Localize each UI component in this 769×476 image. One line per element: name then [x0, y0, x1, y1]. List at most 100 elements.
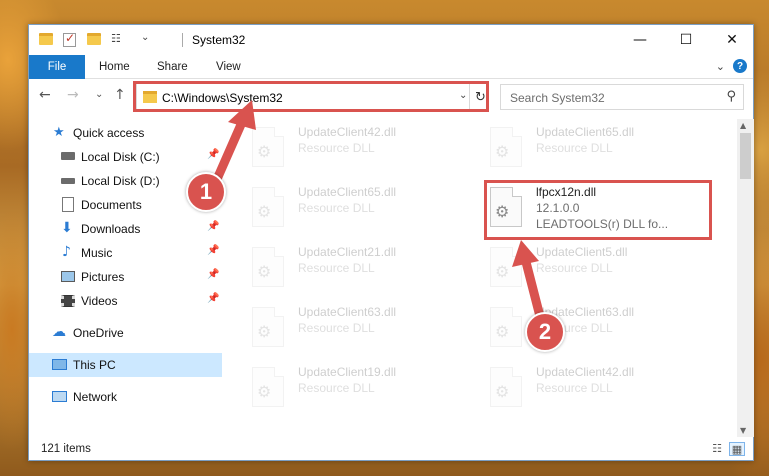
- file-item[interactable]: ⚙ UpdateClient21.dll Resource DLL: [252, 239, 472, 295]
- back-button[interactable]: ←: [39, 87, 51, 103]
- view-toggle-icon[interactable]: ☷: [111, 32, 125, 46]
- file-list: ⚙ UpdateClient42.dll Resource DLL ⚙ Upda…: [234, 119, 739, 439]
- file-name: UpdateClient65.dll: [298, 185, 397, 199]
- file-item[interactable]: ⚙ UpdateClient5.dll Resource DLL: [490, 239, 710, 295]
- file-description: Resource DLL: [298, 381, 375, 395]
- sidebar-item-music[interactable]: ♪ Music 📌: [29, 241, 222, 265]
- sidebar-item-label: Local Disk (D:): [81, 174, 160, 188]
- properties-icon[interactable]: [63, 31, 77, 47]
- status-bar: 121 items ☷ ▦: [29, 437, 753, 461]
- file-name: UpdateClient19.dll: [298, 365, 397, 379]
- file-item[interactable]: ⚙ UpdateClient42.dll Resource DLL: [252, 119, 472, 175]
- file-name: UpdateClient63.dll: [298, 305, 397, 319]
- scroll-up-icon[interactable]: ▲: [740, 121, 746, 130]
- address-text[interactable]: C:\Windows\System32: [162, 91, 283, 105]
- dll-file-icon: ⚙: [252, 127, 284, 167]
- callout-1: 1: [186, 172, 226, 212]
- file-item[interactable]: ⚙ UpdateClient63.dll Resource DLL: [490, 299, 710, 355]
- large-icons-view-icon[interactable]: ▦: [729, 442, 745, 456]
- file-description: Resource DLL: [298, 141, 375, 155]
- navigation-pane: ★ Quick access Local Disk (C:) 📌 Local D…: [29, 119, 222, 439]
- refresh-button[interactable]: ↻: [469, 83, 491, 111]
- address-dropdown-icon[interactable]: ⌄: [459, 90, 467, 101]
- pin-icon[interactable]: 📌: [207, 149, 219, 160]
- sidebar-item-this-pc[interactable]: This PC: [29, 353, 222, 377]
- sidebar-item-local-disk-c[interactable]: Local Disk (C:) 📌: [29, 145, 222, 169]
- vertical-scrollbar[interactable]: ▲ ▼: [737, 119, 754, 437]
- forward-button[interactable]: →: [67, 87, 79, 103]
- sidebar-item-label: Local Disk (C:): [81, 150, 160, 164]
- file-description: Resource DLL: [298, 261, 375, 275]
- item-count: 121 items: [41, 443, 91, 455]
- sidebar-item-videos[interactable]: Videos 📌: [29, 289, 222, 313]
- file-item[interactable]: ⚙ UpdateClient19.dll Resource DLL: [252, 359, 472, 415]
- file-description: Resource DLL: [298, 321, 375, 335]
- expand-ribbon-icon[interactable]: ⌄: [716, 60, 725, 73]
- sidebar-item-downloads[interactable]: ⬇ Downloads 📌: [29, 217, 222, 241]
- tab-share[interactable]: Share: [157, 61, 188, 73]
- search-input[interactable]: Search System32 ⚲: [500, 84, 744, 110]
- scroll-down-icon[interactable]: ▼: [740, 426, 746, 435]
- star-icon: ★: [53, 125, 65, 140]
- details-view-icon[interactable]: ☷: [709, 442, 725, 456]
- help-icon[interactable]: ?: [733, 59, 747, 73]
- file-item-lfpcx12n[interactable]: ⚙ lfpcx12n.dll 12.1.0.0 LEADTOOLS(r) DLL…: [490, 179, 710, 235]
- documents-icon: [62, 197, 74, 212]
- close-button[interactable]: ✕: [709, 25, 755, 55]
- pin-icon[interactable]: 📌: [207, 221, 219, 232]
- sidebar-item-network[interactable]: Network: [29, 385, 222, 409]
- file-name: UpdateClient21.dll: [298, 245, 397, 259]
- file-item[interactable]: ⚙ UpdateClient65.dll Resource DLL: [252, 179, 472, 235]
- folder-icon: [39, 33, 53, 47]
- file-item[interactable]: ⚙ UpdateClient42.dll Resource DLL: [490, 359, 710, 415]
- pin-icon[interactable]: 📌: [207, 293, 219, 304]
- drive-icon: [61, 178, 75, 184]
- explorer-window: ☷ ⌄ System32 — ☐ ✕ File Home Share View …: [28, 24, 754, 461]
- sidebar-item-label: Videos: [81, 294, 118, 308]
- dll-file-icon: ⚙: [490, 247, 522, 287]
- file-description: Resource DLL: [536, 261, 613, 275]
- file-item[interactable]: ⚙ UpdateClient63.dll Resource DLL: [252, 299, 472, 355]
- pin-icon[interactable]: 📌: [207, 245, 219, 256]
- title-bar: ☷ ⌄ System32 — ☐ ✕: [29, 25, 753, 55]
- sidebar-item-label: OneDrive: [73, 326, 124, 340]
- search-icon[interactable]: ⚲: [726, 89, 736, 104]
- recent-locations-button[interactable]: ⌄: [95, 89, 103, 100]
- title-separator: [182, 33, 183, 47]
- sidebar-item-pictures[interactable]: Pictures 📌: [29, 265, 222, 289]
- sidebar-item-label: This PC: [73, 358, 116, 372]
- new-folder-icon[interactable]: [87, 33, 101, 47]
- dll-file-icon: ⚙: [490, 307, 522, 347]
- ribbon: File Home Share View ⌄ ?: [29, 55, 753, 79]
- file-description: Resource DLL: [536, 381, 613, 395]
- tab-view[interactable]: View: [216, 61, 241, 73]
- file-name: UpdateClient42.dll: [298, 125, 397, 139]
- dll-file-icon: ⚙: [490, 127, 522, 167]
- customize-quick-access-icon[interactable]: ⌄: [141, 32, 155, 46]
- file-description: Resource DLL: [536, 141, 613, 155]
- dll-file-icon: ⚙: [252, 307, 284, 347]
- minimize-button[interactable]: —: [617, 25, 663, 55]
- network-icon: [52, 391, 67, 402]
- window-title: System32: [192, 33, 246, 47]
- folder-icon: [143, 91, 157, 103]
- download-icon: ⬇: [61, 220, 73, 236]
- sidebar-item-quick-access[interactable]: ★ Quick access: [29, 121, 222, 145]
- address-bar[interactable]: C:\Windows\System32 ⌄: [136, 83, 489, 111]
- music-icon: ♪: [62, 244, 71, 260]
- sidebar-item-label: Pictures: [81, 270, 125, 284]
- file-name: lfpcx12n.dll: [536, 185, 597, 199]
- maximize-button[interactable]: ☐: [663, 25, 709, 55]
- tab-home[interactable]: Home: [99, 61, 130, 73]
- sidebar-item-label: Downloads: [81, 222, 141, 236]
- sidebar-item-onedrive[interactable]: ☁ OneDrive: [29, 321, 222, 345]
- cloud-icon: ☁: [52, 324, 66, 340]
- tab-file[interactable]: File: [29, 55, 85, 79]
- file-description: Resource DLL: [298, 201, 375, 215]
- pin-icon[interactable]: 📌: [207, 269, 219, 280]
- file-item[interactable]: ⚙ UpdateClient65.dll Resource DLL: [490, 119, 710, 175]
- dll-file-icon: ⚙: [490, 187, 522, 227]
- videos-icon: [61, 295, 75, 307]
- scroll-thumb[interactable]: [740, 133, 751, 179]
- up-button[interactable]: ↑: [114, 87, 126, 103]
